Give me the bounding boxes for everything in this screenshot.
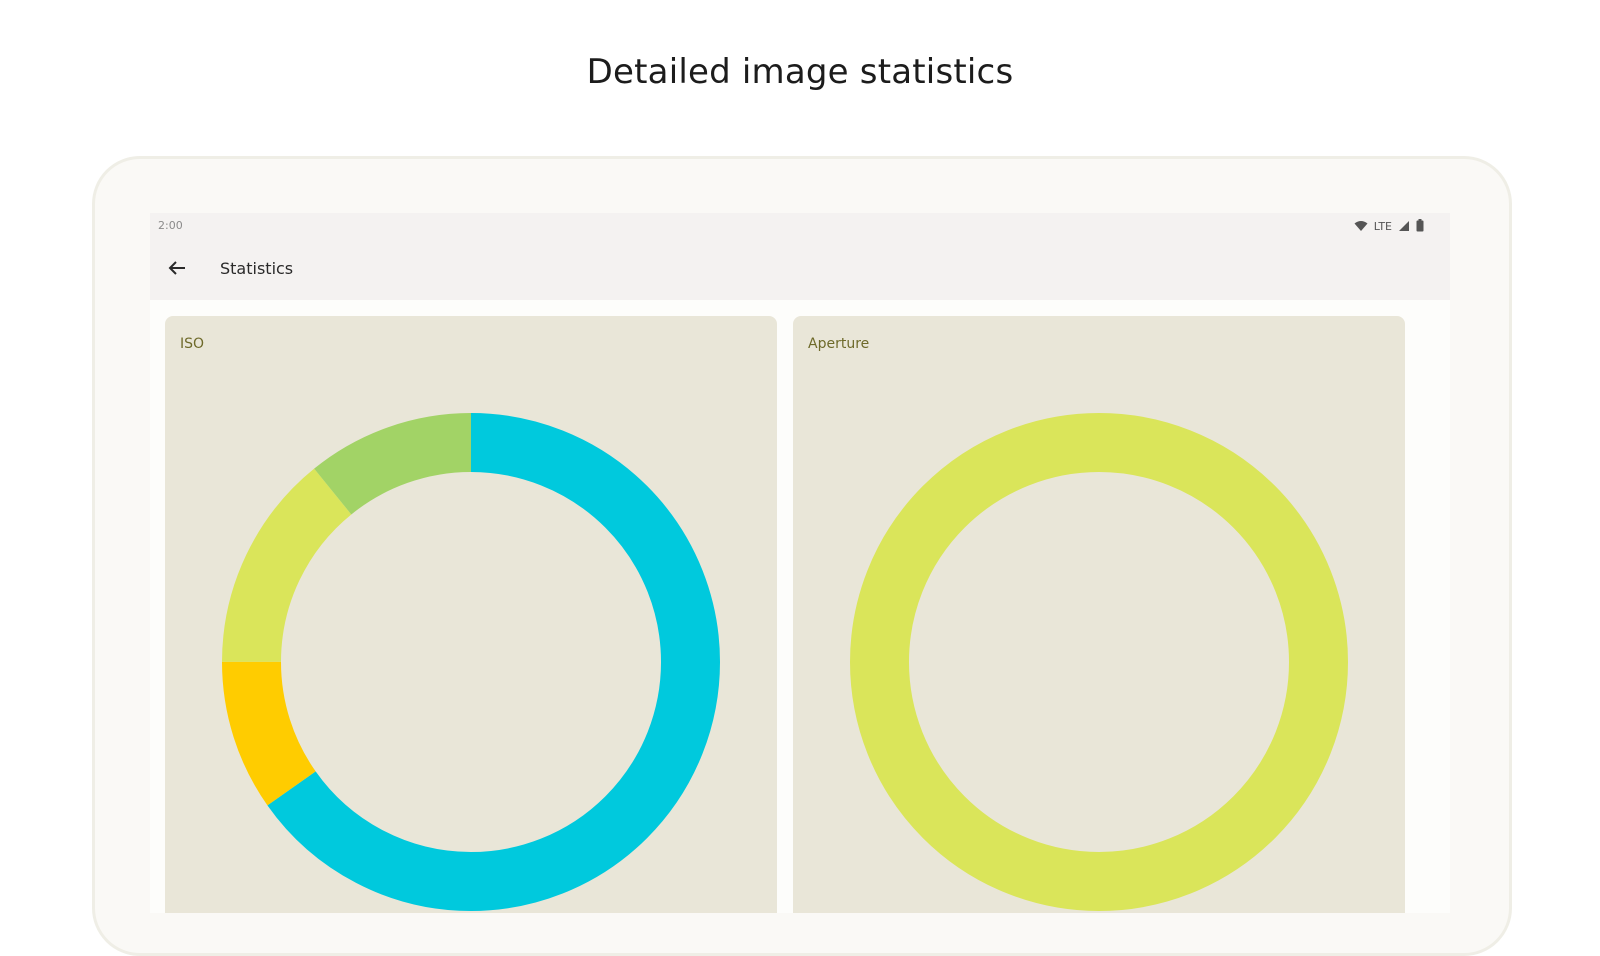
aperture-chart-card: Aperture	[793, 316, 1405, 913]
network-type: LTE	[1373, 220, 1392, 233]
page-headline: Detailed image statistics	[586, 52, 1014, 92]
app-bar-title: Statistics	[220, 259, 294, 278]
app-screen: 2:00 LTE Statistics ISO Aperture	[150, 213, 1450, 913]
aperture-donut-chart	[850, 413, 1348, 911]
donut-slice-0	[850, 413, 1348, 911]
iso-chart-card: ISO	[165, 316, 777, 913]
app-bar: 2:00 LTE Statistics	[150, 213, 1450, 300]
iso-donut-chart	[222, 413, 720, 911]
wifi-icon	[1354, 217, 1368, 236]
battery-icon	[1416, 217, 1424, 236]
status-time: 2:00	[158, 219, 183, 232]
back-button[interactable]	[162, 255, 192, 285]
arrow-back-icon	[168, 260, 186, 280]
signal-icon	[1398, 217, 1410, 236]
status-icons: LTE	[1354, 217, 1424, 236]
